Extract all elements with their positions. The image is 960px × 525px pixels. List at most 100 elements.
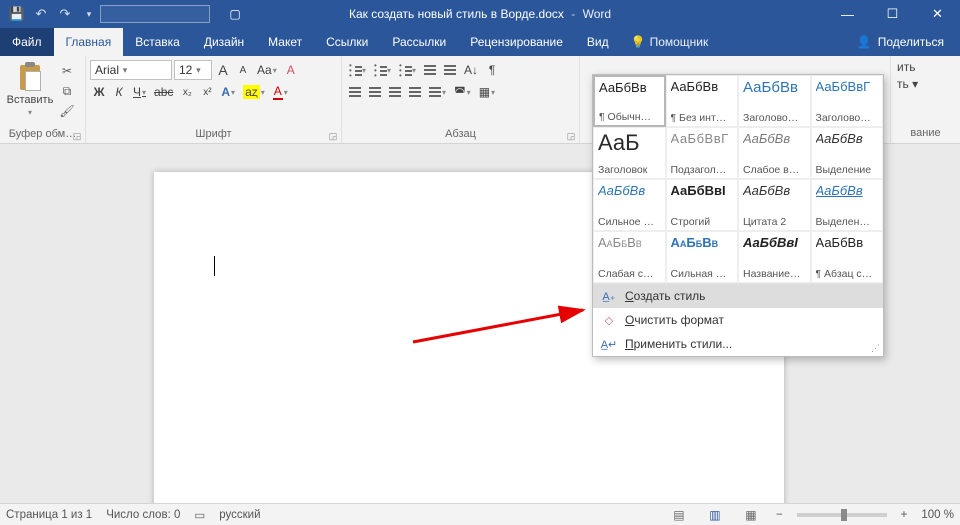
- style-cell[interactable]: АаБбВвЦитата 2: [738, 179, 811, 231]
- style-cell[interactable]: АаБбВвВыделение: [811, 127, 884, 179]
- lightbulb-icon: 💡: [631, 35, 646, 49]
- subscript-button[interactable]: x₂: [178, 82, 196, 102]
- grow-font-button[interactable]: A: [214, 60, 232, 80]
- zoom-out-button[interactable]: −: [776, 509, 783, 521]
- bullets-button[interactable]: ▾: [346, 60, 369, 80]
- highlight-button[interactable]: aȥ▾: [240, 82, 268, 102]
- numbering-button[interactable]: ▾: [371, 60, 394, 80]
- view-web-layout-icon[interactable]: ▦: [740, 506, 762, 524]
- font-dialog-launcher[interactable]: ◲: [327, 130, 339, 142]
- bold-button[interactable]: Ж: [90, 82, 108, 102]
- maximize-button[interactable]: ☐: [870, 0, 915, 28]
- decrease-indent-button[interactable]: [421, 60, 439, 80]
- view-print-layout-icon[interactable]: ▥: [704, 506, 726, 524]
- style-cell[interactable]: АаБбВвСлабое в…: [738, 127, 811, 179]
- tab-insert[interactable]: Вставка: [123, 28, 192, 56]
- status-page[interactable]: Страница 1 из 1: [6, 509, 92, 521]
- style-cell[interactable]: АаБбВвВыделен…: [811, 179, 884, 231]
- close-button[interactable]: ✕: [915, 0, 960, 28]
- tab-mailings[interactable]: Рассылки: [380, 28, 458, 56]
- align-center-button[interactable]: [366, 82, 384, 102]
- redo-icon[interactable]: ↷: [54, 3, 76, 25]
- borders-button[interactable]: ▦▾: [476, 82, 498, 102]
- style-name-label: Заголово…: [816, 112, 879, 124]
- tab-view[interactable]: Вид: [575, 28, 621, 56]
- superscript-button[interactable]: x²: [198, 82, 216, 102]
- shading-button[interactable]: ◚▾: [451, 82, 474, 102]
- tab-file[interactable]: Файл: [0, 28, 54, 56]
- align-left-button[interactable]: [346, 82, 364, 102]
- zoom-in-button[interactable]: +: [901, 509, 908, 521]
- shrink-font-button[interactable]: A: [234, 60, 252, 80]
- clipboard-dialog-launcher[interactable]: ◲: [71, 130, 83, 142]
- qat-customize-icon[interactable]: ▾: [78, 3, 100, 25]
- style-name-label: Слабое в…: [743, 164, 806, 176]
- style-cell[interactable]: АаБбВвСлабая с…: [593, 231, 666, 283]
- zoom-level[interactable]: 100 %: [921, 509, 954, 521]
- style-cell[interactable]: АаБбВвЗаголово…: [738, 75, 811, 127]
- font-color-button[interactable]: A▾: [270, 82, 291, 102]
- menu-create-style[interactable]: A̲₊ Создать стиль: [593, 284, 883, 308]
- zoom-slider[interactable]: [797, 513, 887, 517]
- style-cell[interactable]: АаБбВвСильная …: [666, 231, 739, 283]
- increase-indent-button[interactable]: [441, 60, 459, 80]
- justify-icon: [409, 87, 421, 97]
- font-name-combo[interactable]: Arial▾: [90, 60, 172, 80]
- style-cell[interactable]: АаБбВв¶ Без инт…: [666, 75, 739, 127]
- style-preview: АаБбВв: [816, 132, 879, 145]
- user-account-box[interactable]: [100, 5, 210, 23]
- menu-clear-formatting[interactable]: ◇ Очистить формат: [593, 308, 883, 332]
- font-size-combo[interactable]: 12▾: [174, 60, 212, 80]
- tab-review[interactable]: Рецензирование: [458, 28, 575, 56]
- replace-button-partial[interactable]: ить: [897, 60, 915, 74]
- change-case-button[interactable]: Aa▾: [254, 60, 280, 80]
- select-button-partial[interactable]: ть ▾: [897, 77, 918, 91]
- paste-button[interactable]: Вставить ▾: [4, 60, 56, 117]
- tab-references[interactable]: Ссылки: [314, 28, 380, 56]
- style-cell[interactable]: АаБбВвГПодзагол…: [666, 127, 739, 179]
- style-name-label: Выделен…: [816, 216, 879, 228]
- tab-design[interactable]: Дизайн: [192, 28, 256, 56]
- view-read-mode-icon[interactable]: ▤: [668, 506, 690, 524]
- paragraph-dialog-launcher[interactable]: ◲: [565, 130, 577, 142]
- line-spacing-button[interactable]: ▾: [426, 82, 449, 102]
- share-button[interactable]: 👤 Поделиться: [841, 28, 960, 56]
- format-painter-icon[interactable]: 🖌: [58, 102, 76, 120]
- sort-button[interactable]: А↓: [461, 60, 481, 80]
- strike-button[interactable]: abc: [151, 82, 176, 102]
- resize-grip-icon[interactable]: ⋰: [871, 343, 880, 354]
- italic-button[interactable]: К: [110, 82, 128, 102]
- text-effects-button[interactable]: A▾: [218, 82, 238, 102]
- save-icon[interactable]: 💾: [6, 3, 28, 25]
- undo-icon[interactable]: ↶: [30, 3, 52, 25]
- style-cell[interactable]: АаБбВвIСтрогий: [666, 179, 739, 231]
- status-language[interactable]: русский: [219, 509, 260, 521]
- status-word-count[interactable]: Число слов: 0: [106, 509, 180, 521]
- style-cell[interactable]: АаБбВвIНазвание…: [738, 231, 811, 283]
- copy-icon[interactable]: ⧉: [58, 82, 76, 100]
- style-name-label: Строгий: [671, 216, 734, 228]
- clear-formatting-button[interactable]: A: [282, 60, 300, 80]
- style-cell[interactable]: АаБбВв¶ Абзац с…: [811, 231, 884, 283]
- justify-button[interactable]: [406, 82, 424, 102]
- align-right-button[interactable]: [386, 82, 404, 102]
- ribbon-display-options-icon[interactable]: ▢: [220, 0, 250, 28]
- align-center-icon: [369, 87, 381, 97]
- group-font: Arial▾ 12▾ A A Aa▾ A Ж К Ч▾ abc x₂ x² A▾…: [86, 56, 342, 143]
- style-cell[interactable]: АаБбВвСильное …: [593, 179, 666, 231]
- tab-home[interactable]: Главная: [54, 28, 124, 56]
- tell-me-box[interactable]: 💡 Помощник: [621, 28, 719, 56]
- ribbon-tabs: Файл Главная Вставка Дизайн Макет Ссылки…: [0, 28, 960, 56]
- style-cell[interactable]: АаБЗаголовок: [593, 127, 666, 179]
- style-cell[interactable]: АаБбВвГЗаголово…: [811, 75, 884, 127]
- minimize-button[interactable]: —: [825, 0, 870, 28]
- cut-icon[interactable]: ✂: [58, 62, 76, 80]
- menu-apply-styles[interactable]: A̲↵ Применить стили...: [593, 332, 883, 356]
- tab-layout[interactable]: Макет: [256, 28, 314, 56]
- bullets-icon: [349, 65, 361, 75]
- show-marks-button[interactable]: ¶: [483, 60, 501, 80]
- style-cell[interactable]: АаБбВв¶ Обычн…: [593, 75, 666, 127]
- multilevel-list-button[interactable]: ▾: [396, 60, 419, 80]
- underline-button[interactable]: Ч▾: [130, 82, 149, 102]
- status-spellcheck-icon[interactable]: ▭: [194, 508, 205, 522]
